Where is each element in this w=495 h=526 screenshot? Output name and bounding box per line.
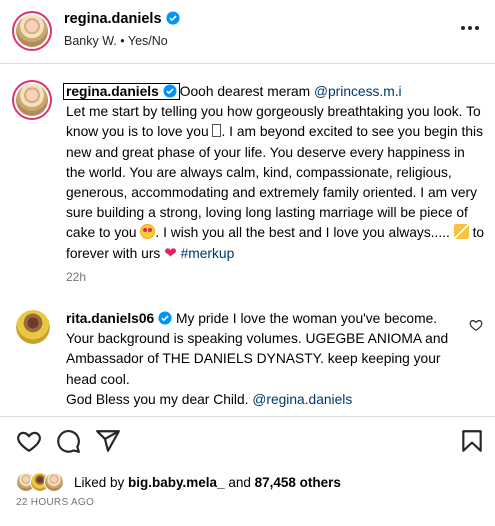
liker-avatars	[16, 472, 72, 492]
heart-icon[interactable]	[469, 318, 483, 332]
author-username-text[interactable]: regina.daniels	[64, 11, 162, 27]
caption-time[interactable]: 22h	[66, 270, 86, 284]
likes-prefix: Liked by	[74, 474, 129, 490]
posted-time[interactable]: 22 HOURS AGO	[16, 497, 94, 508]
caption-part: Oooh dearest meram	[179, 84, 314, 99]
commenter-avatar[interactable]	[16, 310, 50, 344]
caption-username[interactable]: regina.daniels	[63, 83, 180, 100]
heart-eyes-emoji-icon	[140, 224, 156, 240]
red-heart-emoji-icon: ❤	[164, 244, 177, 262]
author-username[interactable]: regina.daniels	[64, 11, 180, 27]
comment-text: rita.daniels06 My pride I love the woman…	[66, 309, 466, 410]
likes-middle: and	[224, 474, 255, 490]
divider	[0, 416, 495, 417]
action-bar	[0, 428, 495, 458]
heart-icon[interactable]	[16, 428, 42, 454]
save-icon[interactable]	[459, 428, 485, 454]
audio-info[interactable]: Banky W. • Yes/No	[64, 34, 168, 48]
comment-icon[interactable]	[55, 428, 81, 454]
verified-icon	[165, 11, 180, 25]
likes-text[interactable]: Liked by big.baby.mela_ and 87,458 other…	[74, 475, 341, 490]
more-icon[interactable]	[461, 26, 479, 30]
share-icon[interactable]	[95, 428, 121, 454]
post-header: regina.daniels Banky W. • Yes/No	[0, 0, 495, 64]
mention-link[interactable]: @regina.daniels	[252, 392, 352, 407]
comment-part: God Bless you my dear Child.	[66, 391, 253, 407]
hashtag-link[interactable]: #merkup	[181, 246, 235, 261]
liker-username[interactable]: big.baby.mela_	[128, 475, 225, 490]
likes-row: Liked by big.baby.mela_ and 87,458 other…	[16, 471, 341, 493]
author-avatar[interactable]	[12, 11, 52, 51]
liker-avatar	[44, 472, 64, 492]
commenter-username[interactable]: rita.daniels06	[66, 311, 172, 326]
caption-part: . I wish you all the best and I love you…	[155, 225, 450, 241]
mention-link[interactable]: @princess.m.i	[314, 84, 402, 99]
verified-icon	[158, 311, 172, 325]
caption-text: regina.daniels Oooh dearest meram @prince…	[63, 82, 486, 264]
caption-part: . I am beyond excited to see you begin t…	[66, 124, 484, 241]
caption-avatar[interactable]	[12, 80, 52, 120]
cheers-emoji-icon	[453, 224, 469, 240]
likes-count[interactable]: 87,458 others	[255, 475, 341, 490]
verified-icon	[163, 84, 177, 98]
